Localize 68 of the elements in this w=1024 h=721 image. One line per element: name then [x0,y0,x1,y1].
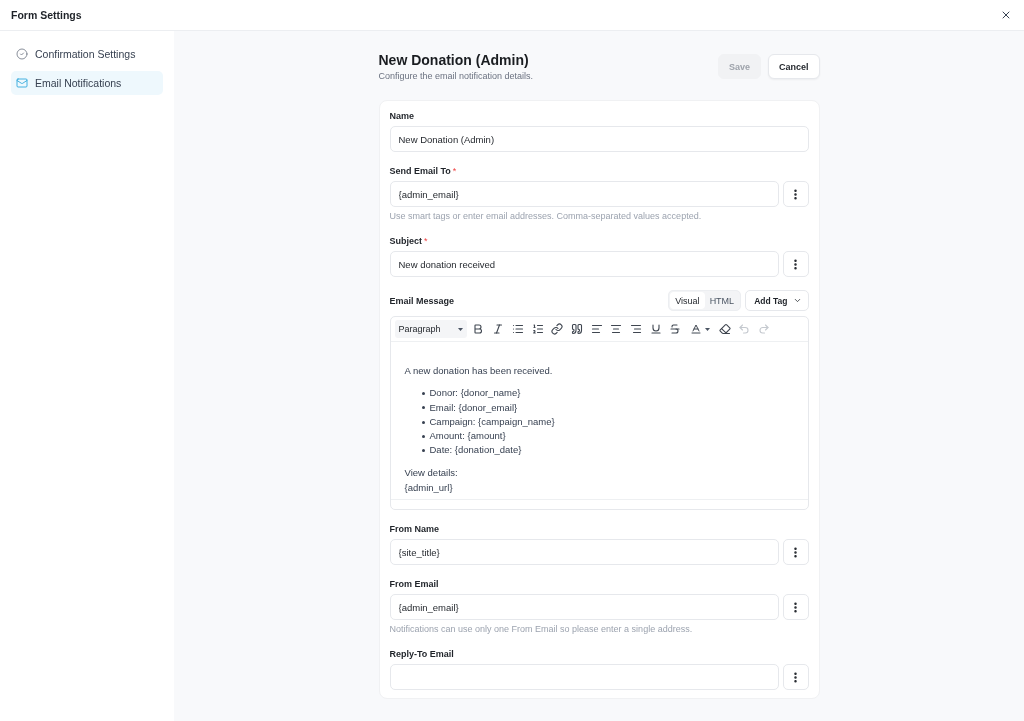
input-field[interactable] [389,664,779,690]
field-label: From Name [389,523,439,535]
bullet-icon [421,406,425,410]
required-mark: * [452,165,457,177]
add-tag-button[interactable]: Add Tag [745,290,809,311]
close-button[interactable] [1000,9,1012,21]
field-label: From Email [389,578,439,590]
editor-text-line: View details: [404,466,459,481]
mail-icon [16,77,28,89]
undo-icon [738,323,751,335]
list-item-text: Date: {donation_date} [429,443,522,458]
italic-icon [492,323,505,335]
page-subtitle: Configure the email notification details. [378,70,534,82]
more-button[interactable] [782,664,809,690]
close-icon [1000,9,1012,21]
list-item-text: Amount: {amount} [429,429,506,444]
dialog-title: Form Settings [11,8,82,22]
bullet-icon [421,434,425,438]
input-field[interactable]: New Donation (Admin) [389,126,809,152]
input-field[interactable]: New donation received [389,251,779,277]
list-item-text: Donor: {donor_name} [429,386,521,401]
text-color-icon [690,323,703,335]
editor-text-area[interactable]: A new donation has been received. Donor: {donor_name} Email: {donor_email} Campaign: {campaign_name} Amount: {amount} Date: {donation_date} View details: {admin_url} [390,342,808,499]
more-button[interactable] [782,594,809,620]
mode-tab[interactable]: HTML [704,292,740,309]
mode-tab[interactable]: Visual [670,292,705,309]
align-right-icon [630,323,642,335]
list-item-text: Email: {donor_email} [429,400,518,415]
more-button[interactable] [782,539,809,565]
help-text: Use smart tags or enter email addresses. Comma-separated values accepted. [389,210,703,222]
bullet-icon [421,420,425,424]
required-mark: * [424,235,428,247]
more-button[interactable] [782,181,809,207]
strikethrough-icon [669,323,682,335]
eraser-icon [718,323,731,335]
bold-icon [472,323,485,335]
field-label: Subject [389,235,422,247]
input-field[interactable]: {admin_email} [389,594,779,620]
bullet-list-icon [511,323,524,335]
editor-text-line: {admin_url} [404,480,454,495]
field-label: Email Message [389,294,455,307]
list-item-text: Campaign: {campaign_name} [429,414,555,429]
sidebar-item[interactable]: Email Notifications [11,71,163,95]
field-label: Reply-To Email [389,648,454,660]
cancel-button[interactable]: Cancel [768,54,820,79]
bullet-icon [421,449,425,453]
caret-icon [705,327,711,331]
caret-icon [457,327,463,331]
numbered-list-icon [531,323,544,335]
sidebar-item[interactable]: Confirmation Settings [11,42,163,66]
circle-check-icon [16,48,28,60]
input-field[interactable]: {admin_email} [389,181,779,207]
align-center-icon [610,323,623,335]
align-left-icon [590,323,603,335]
quote-icon [570,323,583,335]
help-text: Notifications can use only one From Email so please enter a single address. [389,623,694,635]
bullet-icon [421,391,425,395]
underline-icon [649,323,662,335]
field-label: Send Email To [389,165,451,177]
editor-paragraph: A new donation has been received. [404,364,554,378]
link-icon [551,323,564,335]
redo-icon [758,323,771,335]
chevron-down-icon [792,296,802,305]
input-field[interactable]: {site_title} [389,539,779,565]
page-title: New Donation (Admin) [378,52,530,69]
more-button[interactable] [782,251,809,277]
field-label: Name [389,110,414,122]
format-dropdown[interactable]: Paragraph [394,320,467,338]
